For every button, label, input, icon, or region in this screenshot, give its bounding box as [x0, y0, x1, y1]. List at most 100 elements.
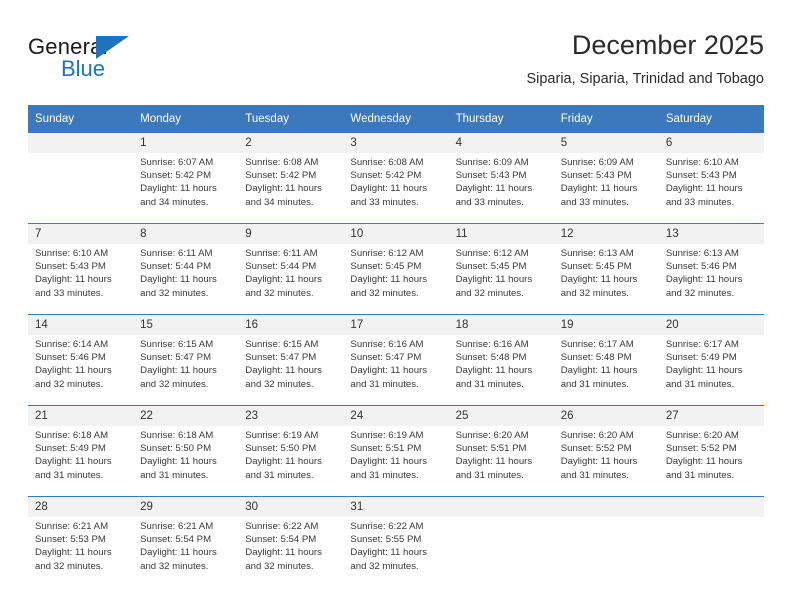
calendar-day-cell[interactable]: 24 Sunrise: 6:19 AM Sunset: 5:51 PM Dayligh… [343, 405, 449, 497]
day-number: 1 [133, 133, 239, 153]
weekday-header-monday: Monday [133, 105, 239, 133]
day-details: Sunrise: 6:09 AM Sunset: 5:43 PM Daylight:… [554, 153, 659, 209]
calendar-day-cell[interactable]: 12 Sunrise: 6:13 AM Sunset: 5:45 PM Dayligh… [553, 223, 659, 315]
day-number [658, 497, 764, 517]
calendar-day-cell[interactable]: 10 Sunrise: 6:12 AM Sunset: 5:45 PM Dayligh… [343, 223, 449, 315]
general-blue-logo[interactable]: General Blue [28, 34, 198, 90]
daylight-text-line2: and 32 minutes. [350, 287, 419, 299]
calendar-day-cell[interactable]: 3 Sunrise: 6:08 AM Sunset: 5:42 PM Daylight… [343, 133, 449, 224]
sunrise-text: Sunrise: 6:22 AM [350, 521, 424, 532]
sunrise-text: Sunrise: 6:18 AM [140, 430, 214, 441]
masthead: General Blue December 2025 Siparia, Sipa… [28, 28, 764, 96]
sunset-text: Sunset: 5:48 PM [455, 352, 527, 364]
calendar-day-cell[interactable]: 20 Sunrise: 6:17 AM Sunset: 5:49 PM Dayligh… [658, 314, 764, 406]
day-number: 17 [343, 315, 449, 335]
sunrise-text: Sunrise: 6:15 AM [140, 339, 214, 350]
sunset-text: Sunset: 5:52 PM [560, 443, 632, 455]
calendar-day-cell[interactable]: 30 Sunrise: 6:22 AM Sunset: 5:54 PM Dayligh… [238, 496, 344, 587]
day-number: 24 [343, 406, 449, 426]
sunrise-text: Sunrise: 6:12 AM [455, 248, 529, 259]
day-number: 19 [553, 315, 659, 335]
calendar-day-cell[interactable]: 2 Sunrise: 6:08 AM Sunset: 5:42 PM Daylight… [238, 133, 344, 224]
daylight-text-line2: and 31 minutes. [455, 378, 524, 390]
page-subtitle: Siparia, Siparia, Trinidad and Tobago [526, 71, 764, 87]
sunrise-text: Sunrise: 6:09 AM [455, 157, 529, 168]
calendar-day-cell[interactable]: 16 Sunrise: 6:15 AM Sunset: 5:47 PM Dayligh… [238, 314, 344, 406]
day-number [28, 133, 134, 153]
daylight-text-line2: and 31 minutes. [665, 469, 735, 481]
calendar-day-cell[interactable]: 28 Sunrise: 6:21 AM Sunset: 5:53 PM Dayligh… [28, 496, 134, 587]
calendar-day-cell[interactable]: 8 Sunrise: 6:11 AM Sunset: 5:44 PM Daylight… [133, 223, 239, 315]
calendar-day-cell[interactable]: 4 Sunrise: 6:09 AM Sunset: 5:43 PM Daylight… [448, 133, 554, 224]
sunset-text: Sunset: 5:43 PM [455, 170, 527, 182]
sunset-text: Sunset: 5:44 PM [245, 261, 317, 273]
sunset-text: Sunset: 5:46 PM [35, 352, 106, 364]
calendar-day-cell[interactable]: 9 Sunrise: 6:11 AM Sunset: 5:44 PM Daylight… [238, 223, 344, 315]
daylight-text-line2: and 32 minutes. [35, 560, 104, 572]
day-details: Sunrise: 6:13 AM Sunset: 5:45 PM Daylight:… [554, 244, 659, 300]
day-number: 11 [448, 224, 554, 244]
calendar-day-cell[interactable]: 11 Sunrise: 6:12 AM Sunset: 5:45 PM Dayligh… [448, 223, 554, 315]
sunrise-text: Sunrise: 6:15 AM [245, 339, 319, 350]
calendar-day-cell[interactable]: 29 Sunrise: 6:21 AM Sunset: 5:54 PM Dayligh… [133, 496, 239, 587]
day-number: 14 [28, 315, 134, 335]
calendar-day-cell[interactable]: 27 Sunrise: 6:20 AM Sunset: 5:52 PM Dayligh… [658, 405, 764, 497]
calendar-day-cell[interactable]: 15 Sunrise: 6:15 AM Sunset: 5:47 PM Dayligh… [133, 314, 239, 406]
daylight-text-line1: Daylight: 11 hours [455, 365, 533, 377]
sunrise-text: Sunrise: 6:11 AM [245, 248, 318, 259]
day-details: Sunrise: 6:08 AM Sunset: 5:42 PM Daylight:… [238, 153, 343, 209]
day-number: 23 [238, 406, 344, 426]
calendar-day-cell[interactable]: 22 Sunrise: 6:18 AM Sunset: 5:50 PM Dayligh… [133, 405, 239, 497]
calendar-day-cell[interactable]: 21 Sunrise: 6:18 AM Sunset: 5:49 PM Dayligh… [28, 405, 134, 497]
weekday-header-tuesday: Tuesday [238, 105, 344, 133]
calendar-day-cell[interactable]: 1 Sunrise: 6:07 AM Sunset: 5:42 PM Daylight… [133, 133, 239, 224]
daylight-text-line2: and 32 minutes. [245, 287, 314, 299]
daylight-text-line1: Daylight: 11 hours [245, 183, 322, 195]
daylight-text-line1: Daylight: 11 hours [245, 365, 322, 377]
calendar-day-cell[interactable]: 5 Sunrise: 6:09 AM Sunset: 5:43 PM Daylight… [553, 133, 659, 224]
calendar-day-cell[interactable]: 18 Sunrise: 6:16 AM Sunset: 5:48 PM Dayligh… [448, 314, 554, 406]
sunset-text: Sunset: 5:42 PM [350, 170, 422, 182]
daylight-text-line1: Daylight: 11 hours [140, 547, 217, 559]
daylight-text-line1: Daylight: 11 hours [35, 274, 112, 286]
daylight-text-line2: and 31 minutes. [35, 469, 104, 481]
calendar-day-cell[interactable]: 17 Sunrise: 6:16 AM Sunset: 5:47 PM Dayligh… [343, 314, 449, 406]
day-number: 30 [238, 497, 344, 517]
daylight-text-line2: and 31 minutes. [665, 378, 735, 390]
calendar-day-cell[interactable]: 14 Sunrise: 6:14 AM Sunset: 5:46 PM Dayligh… [28, 314, 134, 406]
calendar-cell-empty [553, 496, 659, 587]
sunrise-text: Sunrise: 6:17 AM [665, 339, 739, 350]
title-block: December 2025 Siparia, Siparia, Trinidad… [526, 28, 764, 90]
calendar-day-cell[interactable]: 7 Sunrise: 6:10 AM Sunset: 5:43 PM Daylight… [28, 223, 134, 315]
daylight-text-line2: and 33 minutes. [560, 196, 629, 208]
day-number: 16 [238, 315, 344, 335]
sunset-text: Sunset: 5:53 PM [35, 534, 106, 546]
sunrise-text: Sunrise: 6:21 AM [140, 521, 214, 532]
calendar-day-cell[interactable]: 23 Sunrise: 6:19 AM Sunset: 5:50 PM Dayligh… [238, 405, 344, 497]
daylight-text-line2: and 32 minutes. [350, 560, 419, 572]
day-number: 21 [28, 406, 134, 426]
sunset-text: Sunset: 5:43 PM [560, 170, 632, 182]
calendar-header-row: Sunday Monday Tuesday Wednesday Thursday… [28, 105, 764, 133]
weekday-header-friday: Friday [553, 105, 659, 133]
day-details: Sunrise: 6:21 AM Sunset: 5:53 PM Daylight:… [28, 517, 133, 573]
sunrise-text: Sunrise: 6:21 AM [35, 521, 109, 532]
calendar-day-cell[interactable]: 26 Sunrise: 6:20 AM Sunset: 5:52 PM Dayligh… [553, 405, 659, 497]
day-number: 18 [448, 315, 554, 335]
daylight-text-line1: Daylight: 11 hours [35, 547, 112, 559]
calendar-cell-empty [28, 133, 134, 224]
calendar-day-cell[interactable]: 19 Sunrise: 6:17 AM Sunset: 5:48 PM Dayligh… [553, 314, 659, 406]
day-details: Sunrise: 6:19 AM Sunset: 5:50 PM Daylight:… [238, 426, 343, 482]
calendar-week-row: 1 Sunrise: 6:07 AM Sunset: 5:42 PM Daylight… [28, 133, 764, 224]
day-number: 25 [448, 406, 554, 426]
calendar-day-cell[interactable]: 31 Sunrise: 6:22 AM Sunset: 5:55 PM Dayligh… [343, 496, 449, 587]
sunrise-text: Sunrise: 6:20 AM [665, 430, 739, 441]
day-number: 13 [658, 224, 764, 244]
calendar-day-cell[interactable]: 25 Sunrise: 6:20 AM Sunset: 5:51 PM Dayligh… [448, 405, 554, 497]
sunrise-text: Sunrise: 6:07 AM [140, 157, 214, 168]
calendar-day-cell[interactable]: 6 Sunrise: 6:10 AM Sunset: 5:43 PM Daylight… [658, 133, 764, 224]
calendar-day-cell[interactable]: 13 Sunrise: 6:13 AM Sunset: 5:46 PM Dayligh… [658, 223, 764, 315]
sunrise-text: Sunrise: 6:10 AM [665, 157, 739, 168]
day-number: 4 [448, 133, 554, 153]
daylight-text-line2: and 33 minutes. [665, 196, 735, 208]
